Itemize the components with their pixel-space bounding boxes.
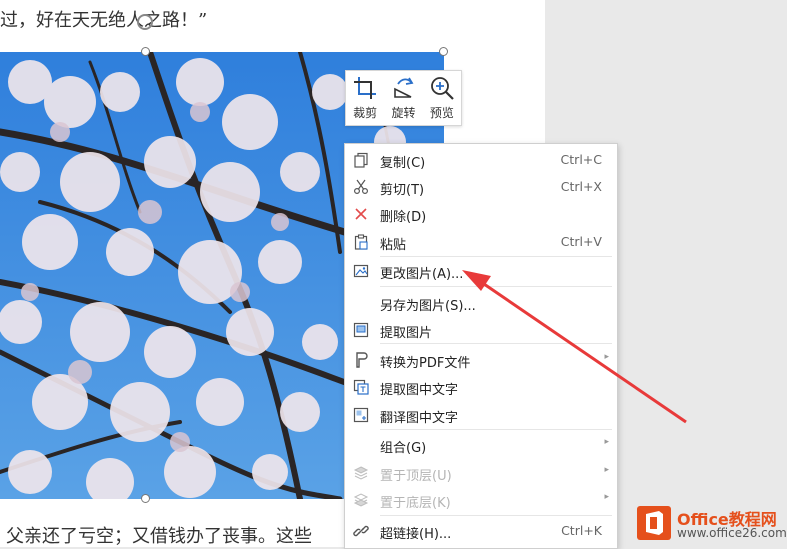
watermark-url: www.office26.com xyxy=(677,526,787,540)
office-logo-icon xyxy=(637,506,671,540)
annotation-arrow xyxy=(462,270,687,424)
watermark-logo: Office教程网 www.office26.com xyxy=(637,500,787,547)
